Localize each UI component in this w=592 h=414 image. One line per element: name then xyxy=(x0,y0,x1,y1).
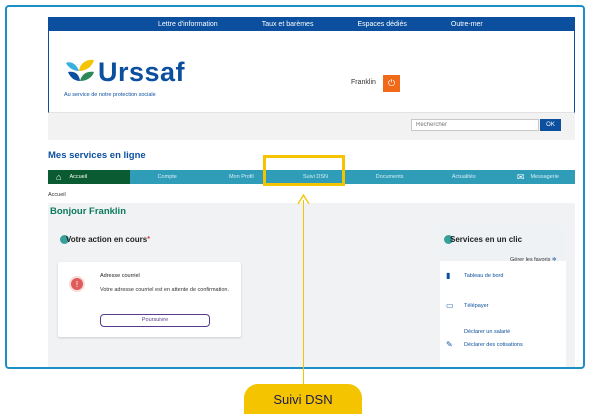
urssaf-logo[interactable]: Urssaf Au service de notre protection so… xyxy=(64,57,194,101)
quick-link-label: Déclarer des cotisations xyxy=(464,341,523,348)
quick-link-declare-contributions[interactable]: ✎ Déclarer des cotisations xyxy=(446,340,523,349)
tab-documents[interactable]: Documents xyxy=(353,170,427,184)
tab-label: Compte xyxy=(157,174,177,180)
quick-link-telepayer[interactable]: ▭ Télépayer xyxy=(446,301,488,310)
topnav-link-rates[interactable]: Taux et barèmes xyxy=(262,21,314,28)
gear-icon: ✲ xyxy=(551,257,557,263)
quick-services-title-text: Services en un clic xyxy=(450,235,523,244)
search-input[interactable] xyxy=(411,119,539,131)
screenshot-frame: Lettre d'information Taux et barèmes Esp… xyxy=(5,5,585,369)
quick-services-card: Services en un clic Gérer les favoris ✲ … xyxy=(440,225,566,367)
manage-favorites-label: Gérer les favoris xyxy=(510,257,551,263)
greeting: Bonjour Franklin xyxy=(50,206,126,217)
card-icon: ▭ xyxy=(446,301,454,310)
tab-messagerie[interactable]: ✉ Messagerie xyxy=(501,170,575,184)
tab-accueil[interactable]: ⌂ Accueil xyxy=(48,170,131,184)
quick-link-dashboard[interactable]: ▮ Tableau de bord xyxy=(446,271,503,280)
topnav-link-newsletter[interactable]: Lettre d'information xyxy=(158,21,218,28)
poursuivre-button[interactable]: Poursuivre xyxy=(100,314,210,327)
document-icon: ▮ xyxy=(446,271,451,280)
logo-tagline: Au service de notre protection sociale xyxy=(64,92,156,98)
search-ok-button[interactable]: OK xyxy=(540,119,561,131)
notification-title: Adresse courriel xyxy=(100,273,140,279)
site-header: Urssaf Au service de notre protection so… xyxy=(48,31,575,113)
breadcrumb[interactable]: Accueil xyxy=(48,192,66,198)
tab-label: Documents xyxy=(375,174,404,180)
topnav-link-dedicated-spaces[interactable]: Espaces dédiés xyxy=(357,21,406,28)
top-navigation: Lettre d'information Taux et barèmes Esp… xyxy=(48,17,575,31)
alert-icon: ! xyxy=(69,276,85,292)
action-card-title: Votre action en cours * xyxy=(60,235,150,244)
envelope-icon: ✉ xyxy=(516,171,525,182)
logout-button[interactable]: ⏻ xyxy=(383,75,400,92)
user-name: Franklin xyxy=(351,79,376,86)
power-icon: ⏻ xyxy=(387,78,396,88)
callout-leader-line xyxy=(303,200,304,385)
pen-icon: ✎ xyxy=(446,340,453,349)
tab-label: Actualités xyxy=(451,174,476,180)
topnav-link-overseas[interactable]: Outre-mer xyxy=(451,21,483,28)
search-bar: OK xyxy=(48,113,575,140)
tab-label: Accueil xyxy=(69,174,88,180)
action-title-text: Votre action en cours xyxy=(66,235,148,244)
tab-highlight-box xyxy=(263,155,345,186)
tab-label: Mon Profil xyxy=(228,174,254,180)
dashboard-content: Bonjour Franklin Votre action en cours *… xyxy=(48,203,575,367)
action-card: Votre action en cours * ! Adresse courri… xyxy=(54,225,316,343)
quick-link-label: Tableau de bord xyxy=(464,272,504,279)
quick-link-label: Télépayer xyxy=(464,302,489,309)
quick-services-header: Services en un clic Gérer les favoris ✲ xyxy=(440,225,566,263)
home-icon: ⌂ xyxy=(56,172,62,182)
manage-favorites-link[interactable]: Gérer les favoris ✲ xyxy=(510,257,557,263)
logo-wordmark: Urssaf xyxy=(98,57,186,87)
urssaf-bird-icon xyxy=(66,59,94,81)
quick-services-title: Services en un clic xyxy=(444,235,522,244)
notification-text: Votre adresse courriel est en attente de… xyxy=(100,287,230,293)
quick-link-label: Déclarer un salarié xyxy=(464,329,511,335)
tab-actualites[interactable]: Actualités xyxy=(427,170,501,184)
tab-compte[interactable]: Compte xyxy=(130,170,204,184)
quick-link-declare-employee[interactable]: Déclarer un salarié xyxy=(446,329,510,335)
notification-card: ! Adresse courriel Votre adresse courrie… xyxy=(58,262,241,337)
tab-label: Messagerie xyxy=(530,174,559,180)
required-mark: * xyxy=(147,236,150,243)
callout-label: Suivi DSN xyxy=(244,384,362,414)
page-title: Mes services en ligne xyxy=(48,150,146,161)
